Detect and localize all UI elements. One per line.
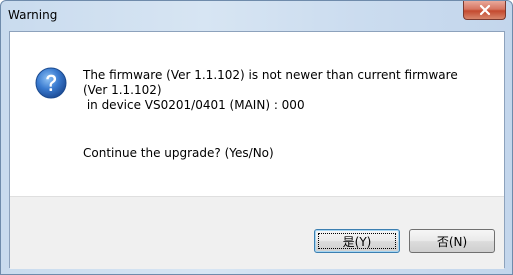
button-bar: 是(Y) 否(N) [10, 196, 504, 269]
no-button-label: 否(N) [436, 234, 468, 249]
message-area: The firmware (Ver 1.1.102) is not newer … [10, 32, 504, 196]
question-icon [35, 67, 67, 99]
window-title: Warning [8, 8, 58, 22]
close-icon [478, 4, 492, 16]
yes-button[interactable]: 是(Y) [314, 229, 400, 253]
no-button[interactable]: 否(N) [409, 229, 495, 253]
question-text: Continue the upgrade? (Yes/No) [83, 146, 274, 160]
close-button[interactable] [463, 1, 506, 20]
message-text: The firmware (Ver 1.1.102) is not newer … [83, 68, 458, 112]
title-bar[interactable]: Warning [1, 1, 512, 31]
warning-dialog-window: Warning The firmware (Ver 1.1.102) is no… [0, 0, 513, 275]
dialog-client-area: The firmware (Ver 1.1.102) is not newer … [9, 31, 505, 269]
focus-rect [318, 233, 396, 249]
